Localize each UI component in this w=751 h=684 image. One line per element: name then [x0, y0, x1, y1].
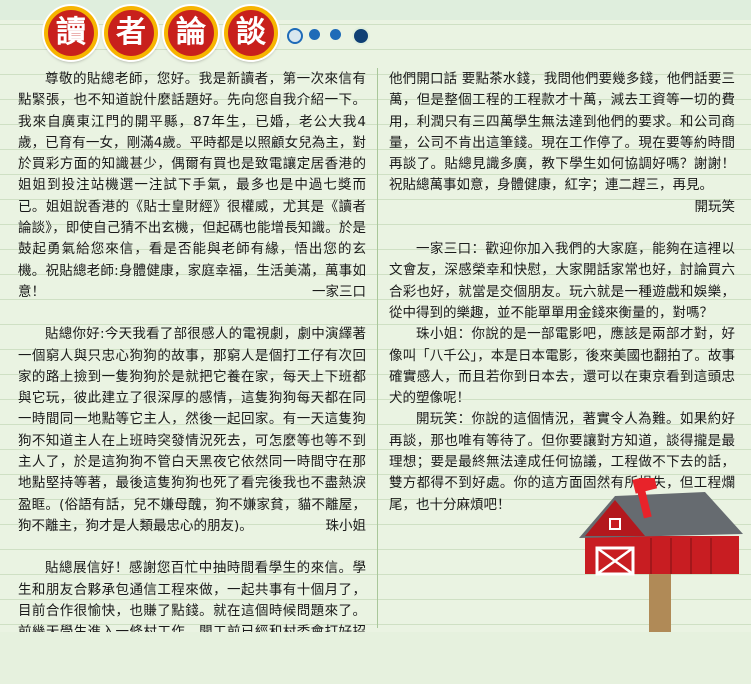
newspaper-page: 讀 者 論 談 尊敬的貼總老師，您好。我是新讀者，第一次來信有點緊張，也不知道說…: [0, 0, 751, 684]
letter-2: 貼總你好:今天我看了部很感人的電視劇，劇中演繹著一個窮人與只忠心狗狗的故事，那窮…: [18, 324, 366, 537]
section-header: 讀 者 論 談: [0, 0, 420, 62]
letter-2-signature: 珠小姐: [325, 517, 367, 534]
letter-3-signature: 開玩笑: [694, 198, 736, 215]
decor-dot-4: [352, 27, 370, 45]
reply-1: 一家三口：歡迎你加入我們的大家庭，能夠在這裡以文會友，深感榮幸和快慰，大家開話家…: [389, 241, 735, 321]
title-badge-3: 論: [164, 6, 218, 60]
right-column: 他們開口話 要點茶水錢，我問他們要幾多錢，他們話要三萬，但是整個工程的工程款才十…: [389, 69, 735, 516]
decor-dot-1: [287, 28, 303, 44]
left-column: 尊敬的貼總老師，您好。我是新讀者，第一次來信有點緊張，也不知道說什麼話題好。先向…: [18, 69, 366, 684]
reply-2: 珠小姐：你說的是一部電影吧，應該是兩部才對，好像叫「八千公」，本是日本電影，後來…: [389, 326, 735, 407]
decor-dot-2: [309, 29, 320, 40]
title-badge-1: 讀: [44, 6, 98, 60]
red-barn-mailbox-icon: [579, 478, 743, 632]
letter-1: 尊敬的貼總老師，您好。我是新讀者，第一次來信有點緊張，也不知道說什麼話題好。先向…: [18, 69, 366, 303]
title-badge-4: 談: [224, 6, 278, 60]
title-badge-2: 者: [104, 6, 158, 60]
letter-2-text: 貼總你好:今天我看了部很感人的電視劇，劇中演繹著一個窮人與只忠心狗狗的故事，那窮…: [18, 326, 366, 534]
decor-dot-3: [330, 29, 341, 40]
letter-1-signature: 一家三口: [312, 283, 366, 300]
mailbox-flag-tip: [632, 478, 658, 494]
bottom-band: [0, 632, 751, 684]
column-divider: [377, 68, 378, 628]
letter-3-continued: 他們開口話 要點茶水錢，我問他們要幾多錢，他們話要三萬，但是整個工程的工程款才十…: [389, 71, 735, 194]
letter-1-text: 尊敬的貼總老師，您好。我是新讀者，第一次來信有點緊張，也不知道說什麼話題好。先向…: [18, 71, 366, 300]
